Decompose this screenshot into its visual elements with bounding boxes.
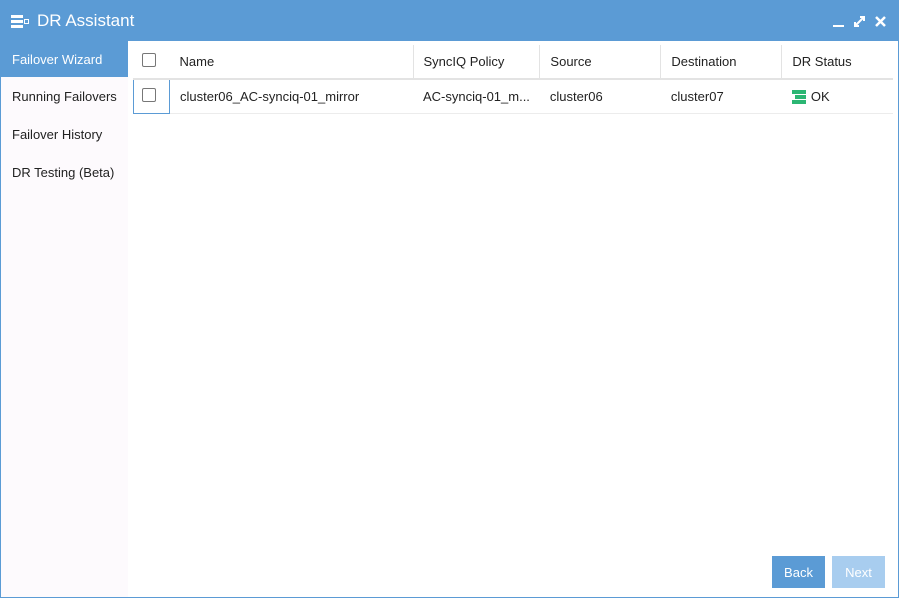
table-header-row: Name SyncIQ Policy Source Destination DR…: [133, 45, 893, 80]
sidebar-item-label: Failover History: [12, 126, 103, 142]
row-dr-status: OK: [781, 79, 893, 114]
title-bar: DR Assistant: [1, 1, 898, 41]
next-button[interactable]: Next: [832, 556, 885, 588]
back-button[interactable]: Back: [772, 556, 825, 588]
sidebar-item-label: Running Failovers: [12, 88, 117, 104]
row-source: cluster06: [539, 79, 661, 114]
column-header-source[interactable]: Source: [539, 45, 661, 80]
sidebar: Failover Wizard Running Failovers Failov…: [1, 41, 128, 597]
row-destination: cluster07: [660, 79, 782, 114]
column-header-name[interactable]: Name: [169, 45, 413, 80]
sidebar-item-failover-wizard[interactable]: Failover Wizard: [1, 41, 128, 77]
sidebar-item-running-failovers[interactable]: Running Failovers: [1, 77, 128, 115]
select-all-cell: [133, 45, 170, 80]
status-text: OK: [810, 88, 830, 104]
sidebar-item-dr-testing[interactable]: DR Testing (Beta): [1, 153, 128, 191]
row-name: cluster06_AC-synciq-01_mirror: [169, 79, 413, 114]
sidebar-item-failover-history[interactable]: Failover History: [1, 115, 128, 153]
column-header-synciq-policy[interactable]: SyncIQ Policy: [412, 45, 540, 80]
window-title: DR Assistant: [37, 11, 135, 30]
column-header-destination[interactable]: Destination: [660, 45, 782, 80]
row-checkbox[interactable]: [142, 88, 156, 102]
table-row[interactable]: cluster06_AC-synciq-01_mirror AC-synciq-…: [133, 78, 893, 114]
maximize-icon[interactable]: [852, 14, 867, 29]
policy-table: Name SyncIQ Policy Source Destination DR…: [133, 45, 893, 114]
main-panel: Name SyncIQ Policy Source Destination DR…: [128, 41, 898, 597]
minimize-icon[interactable]: [831, 14, 846, 29]
close-icon[interactable]: [873, 14, 888, 29]
window-controls: [831, 14, 888, 29]
select-all-checkbox[interactable]: [141, 53, 156, 67]
dr-assistant-window: DR Assistant Failover Wizard Running Fai…: [0, 0, 899, 598]
sidebar-item-label: Failover Wizard: [12, 51, 103, 67]
dr-assistant-icon: [11, 14, 29, 28]
sidebar-item-label: DR Testing (Beta): [12, 164, 115, 180]
column-header-dr-status[interactable]: DR Status: [781, 45, 893, 80]
status-ok-icon: [791, 90, 806, 105]
row-policy: AC-synciq-01_m...: [413, 79, 540, 114]
row-select-cell: [133, 78, 170, 114]
